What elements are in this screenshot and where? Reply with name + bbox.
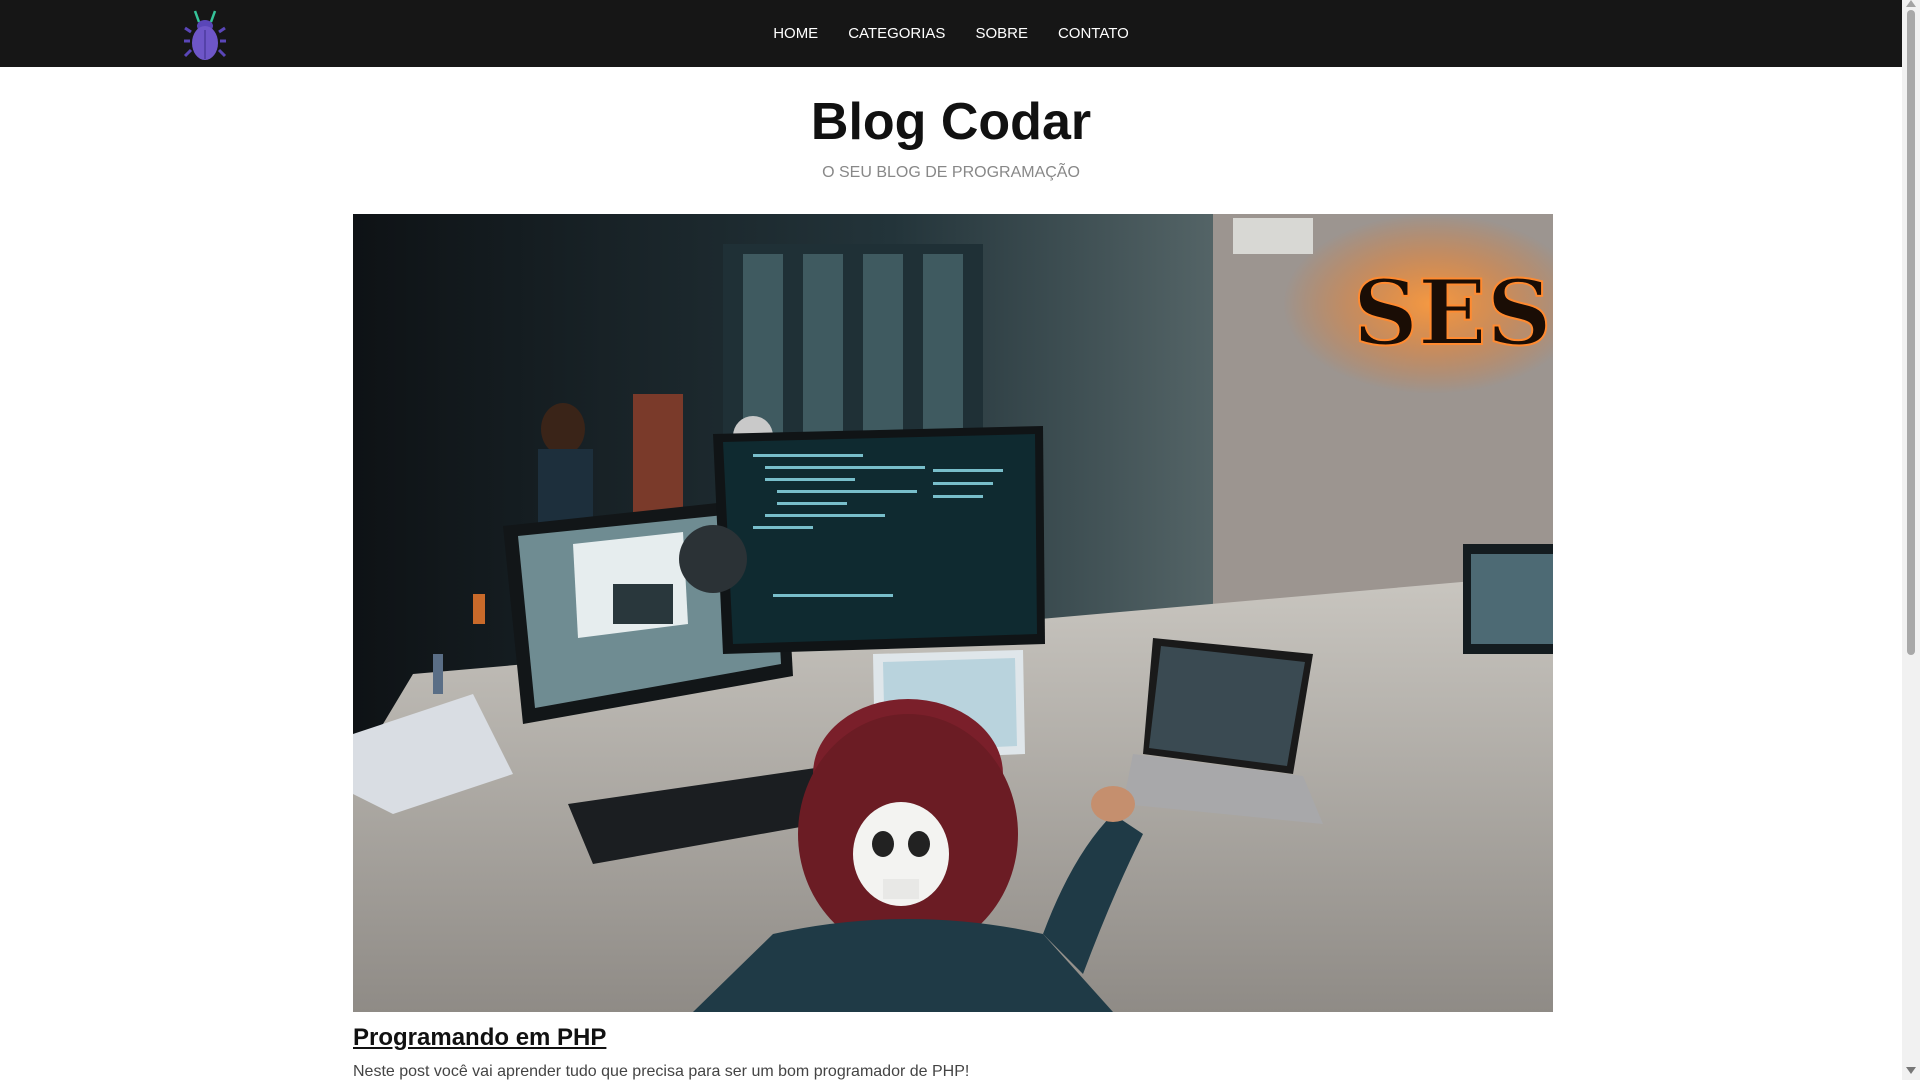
post-hero-image[interactable]: SES	[353, 214, 1553, 1012]
scroll-up-arrow-icon[interactable]	[1906, 0, 1916, 7]
nav-link-home[interactable]: HOME	[773, 25, 818, 42]
page-scrollbar[interactable]	[1902, 0, 1920, 1080]
main-nav: HOME CATEGORIAS SOBRE CONTATO	[0, 0, 1902, 67]
top-navbar: HOME CATEGORIAS SOBRE CONTATO	[0, 0, 1902, 67]
scroll-thumb[interactable]	[1907, 10, 1915, 655]
site-title: Blog Codar	[810, 93, 1092, 151]
site-subtitle: O SEU BLOG DE PROGRAMAÇÃO	[822, 164, 1080, 181]
post-excerpt: Neste post você vai aprender tudo que pr…	[353, 1063, 970, 1080]
scroll-down-arrow-icon[interactable]	[1906, 1067, 1916, 1074]
post-title-link[interactable]: Programando em PHP	[353, 1024, 606, 1052]
nav-link-sobre[interactable]: SOBRE	[975, 25, 1028, 42]
svg-text:SES: SES	[1353, 260, 1552, 366]
programmer-desk-photo: SES	[353, 214, 1553, 1012]
nav-link-contato[interactable]: CONTATO	[1058, 25, 1129, 42]
nav-link-categorias[interactable]: CATEGORIAS	[848, 25, 945, 42]
